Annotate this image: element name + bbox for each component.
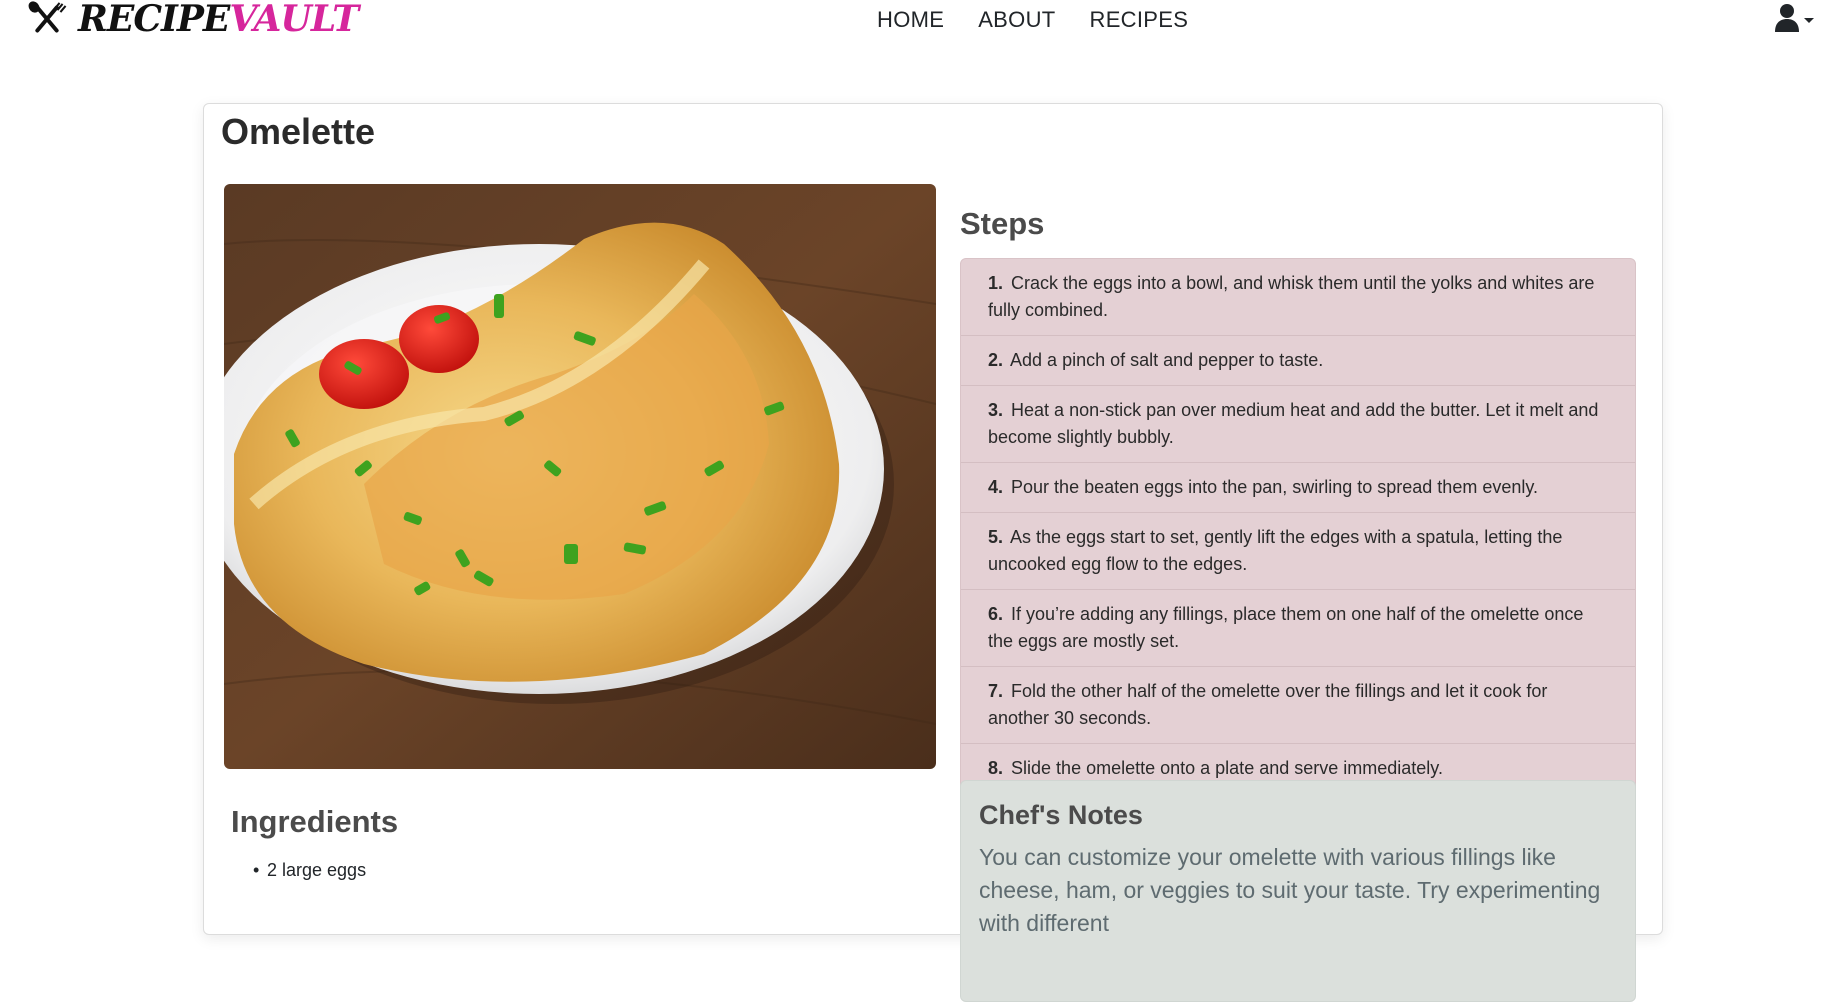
step-item: 3. Heat a non-stick pan over medium heat… bbox=[961, 386, 1635, 463]
recipe-card: Omelette Ingredients • 2 large eggs Step… bbox=[203, 103, 1663, 1002]
step-text: If you’re adding any fillings, place the… bbox=[988, 604, 1584, 651]
step-text: Pour the beaten eggs into the pan, swirl… bbox=[1011, 477, 1539, 497]
step-number: 6. bbox=[988, 604, 1004, 624]
step-number: 3. bbox=[988, 400, 1004, 420]
user-menu-button[interactable] bbox=[1774, 2, 1818, 34]
step-number: 1. bbox=[988, 273, 1004, 293]
user-icon bbox=[1775, 4, 1799, 32]
step-number: 8. bbox=[988, 758, 1004, 778]
navbar: RECIPEVAULT HOME ABOUT RECIPES bbox=[0, 0, 1840, 40]
caret-down-icon bbox=[1804, 18, 1814, 23]
step-number: 4. bbox=[988, 477, 1004, 497]
steps-heading: Steps bbox=[960, 206, 1045, 241]
step-text: Crack the eggs into a bowl, and whisk th… bbox=[988, 273, 1595, 320]
brand-name: RECIPEVAULT bbox=[78, 0, 359, 40]
chefs-notes-text: You can customize your omelette with var… bbox=[979, 844, 1601, 936]
step-text: As the eggs start to set, gently lift th… bbox=[988, 527, 1563, 574]
brand-logo[interactable]: RECIPEVAULT bbox=[26, 0, 359, 40]
nav-link-about[interactable]: ABOUT bbox=[978, 7, 1055, 33]
main-nav: HOME ABOUT RECIPES bbox=[877, 0, 1188, 40]
fork-knife-icon bbox=[28, 1, 67, 33]
step-item: 1. Crack the eggs into a bowl, and whisk… bbox=[961, 259, 1635, 336]
step-item: 2. Add a pinch of salt and pepper to tas… bbox=[961, 336, 1635, 386]
step-number: 7. bbox=[988, 681, 1004, 701]
recipe-title: Omelette bbox=[221, 111, 376, 152]
brand-name-part1: RECIPE bbox=[78, 0, 230, 40]
ingredient-item: 2 large eggs bbox=[253, 856, 366, 884]
chefs-notes-panel: Chef's Notes You can customize your omel… bbox=[960, 780, 1636, 1002]
ingredients-heading: Ingredients bbox=[231, 804, 399, 839]
recipe-image bbox=[224, 184, 936, 769]
step-text: Heat a non-stick pan over medium heat an… bbox=[988, 400, 1599, 447]
step-text: Fold the other half of the omelette over… bbox=[988, 681, 1548, 728]
step-item: 7. Fold the other half of the omelette o… bbox=[961, 667, 1635, 744]
chefs-notes-heading: Chef's Notes bbox=[979, 800, 1143, 830]
omelette-photo bbox=[224, 184, 936, 769]
step-text: Slide the omelette onto a plate and serv… bbox=[1011, 758, 1443, 778]
step-item: 5. As the eggs start to set, gently lift… bbox=[961, 513, 1635, 590]
step-number: 2. bbox=[988, 350, 1004, 370]
step-number: 5. bbox=[988, 527, 1004, 547]
step-item: 6. If you’re adding any fillings, place … bbox=[961, 590, 1635, 667]
step-item: 4. Pour the beaten eggs into the pan, sw… bbox=[961, 463, 1635, 513]
step-text: Add a pinch of salt and pepper to taste. bbox=[1010, 350, 1324, 370]
nav-link-home[interactable]: HOME bbox=[877, 7, 944, 33]
steps-list: 1. Crack the eggs into a bowl, and whisk… bbox=[960, 258, 1636, 794]
brand-name-part2: VAULT bbox=[229, 0, 359, 40]
ingredients-list: 2 large eggs bbox=[231, 856, 366, 884]
nav-link-recipes[interactable]: RECIPES bbox=[1090, 7, 1189, 33]
